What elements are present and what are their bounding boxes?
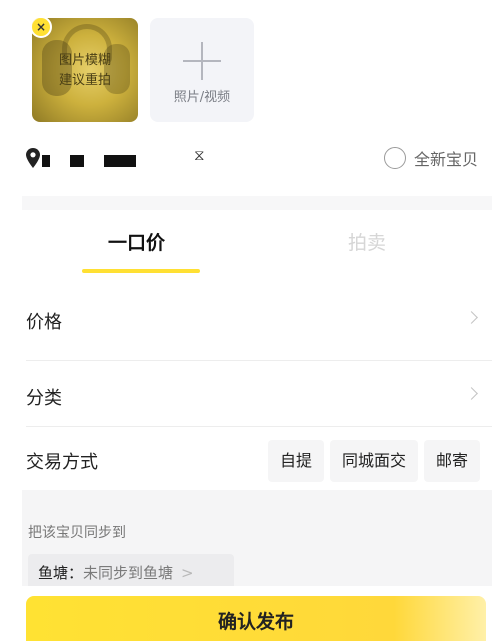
section-separator	[22, 196, 492, 210]
chevron-right-icon: >	[181, 564, 194, 582]
redacted-location-block	[104, 155, 136, 167]
redacted-location-block	[42, 155, 50, 167]
divider	[26, 360, 492, 361]
photo-blur-warning: 图片模糊 建议重拍	[32, 51, 138, 91]
add-media-button[interactable]: 照片/视频	[150, 18, 254, 122]
new-item-label: 全新宝贝	[413, 150, 478, 169]
chevron-right-icon	[465, 387, 478, 400]
tab-fixed-price[interactable]: 一口价	[108, 228, 165, 255]
trade-options: 自提 同城面交 邮寄	[267, 440, 480, 482]
pricing-tabs: 一口价 拍卖	[22, 210, 492, 280]
location-row: ⧖ 全新宝贝	[26, 146, 478, 172]
divider	[26, 426, 492, 427]
price-row[interactable]: 价格	[26, 290, 480, 350]
category-label: 分类	[26, 388, 62, 409]
media-row: 图片模糊 建议重拍 × 照片/视频	[32, 18, 254, 122]
blur-warning-line1: 图片模糊	[58, 53, 111, 68]
plus-icon	[183, 42, 221, 80]
blur-warning-line2: 建议重拍	[58, 73, 111, 88]
tab-auction[interactable]: 拍卖	[348, 228, 386, 255]
remove-symbol: ×	[35, 20, 47, 34]
trade-option-meetup[interactable]: 同城面交	[329, 440, 418, 482]
active-tab-indicator	[82, 269, 200, 273]
sync-section: 把该宝贝同步到 鱼塘：未同步到鱼塘 >	[22, 490, 492, 586]
trade-method-row: 交易方式 自提 同城面交 邮寄	[26, 430, 480, 490]
add-media-label: 照片/视频	[173, 90, 231, 105]
price-label: 价格	[26, 312, 62, 333]
sync-title: 把该宝贝同步到	[28, 525, 126, 541]
chevron-right-icon	[465, 311, 478, 324]
trade-option-pickup[interactable]: 自提	[267, 440, 324, 482]
remove-photo-icon[interactable]: ×	[32, 18, 52, 38]
radio-unchecked-icon[interactable]	[383, 147, 406, 169]
photo-thumbnail[interactable]: 图片模糊 建议重拍 ×	[32, 18, 138, 122]
trade-method-label: 交易方式	[26, 452, 98, 473]
hourglass-icon: ⧖	[194, 146, 205, 164]
publish-button[interactable]: 确认发布	[26, 596, 486, 641]
location-pin-icon[interactable]	[26, 148, 40, 168]
trade-option-mail[interactable]: 邮寄	[423, 440, 480, 482]
sync-channel-key: 鱼塘：	[38, 564, 84, 582]
sync-channel-value: 未同步到鱼塘	[83, 564, 174, 582]
redacted-location-block	[70, 155, 84, 167]
category-row[interactable]: 分类	[26, 366, 480, 426]
fish-pond-sync-chip[interactable]: 鱼塘：未同步到鱼塘 >	[28, 554, 234, 586]
new-item-toggle[interactable]: 全新宝贝	[383, 146, 478, 170]
